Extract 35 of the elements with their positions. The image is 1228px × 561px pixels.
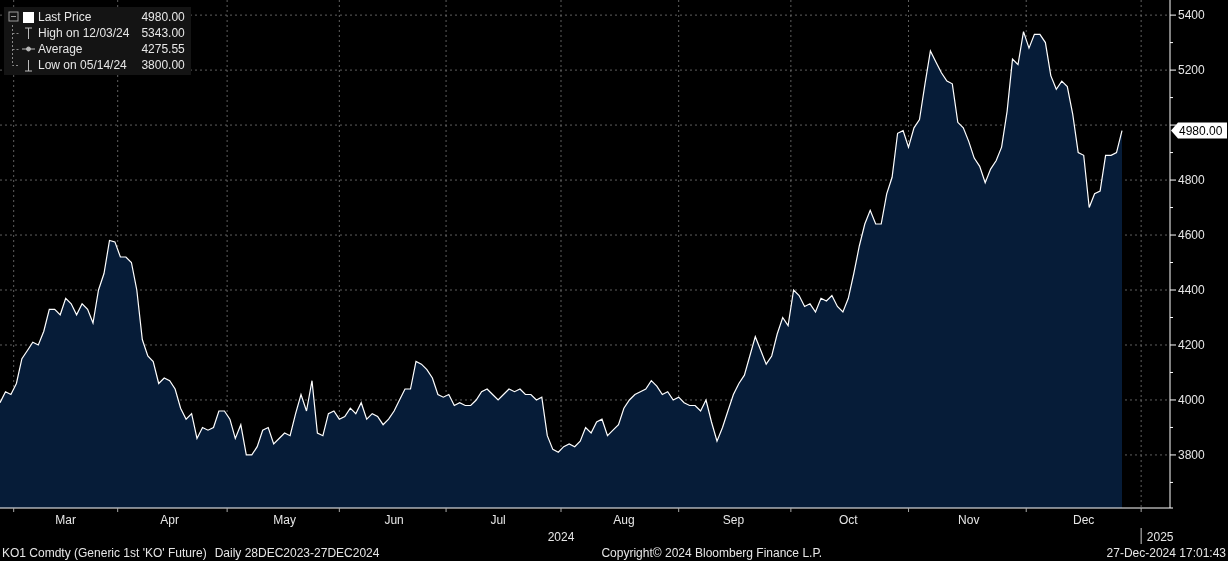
legend-value: 4275.55 [141,41,185,57]
axis-label: Aug [613,513,635,527]
axis-label: Sep [722,513,745,527]
axis-label: 5200 [1178,63,1205,78]
axis-label: 4800 [1178,173,1205,188]
axis-label: 5400 [1178,8,1205,23]
axis-label: Dec [1073,513,1095,527]
axis-label: 4000 [1178,392,1205,407]
axis-label: Apr [160,513,179,527]
axis-label: Jun [384,513,404,527]
last-price-tag: 4980.00 [1171,122,1227,139]
security-name: KO1 Comdty (Generic 1st 'KO' Future) [2,545,207,560]
axis-label: Nov [958,513,980,527]
copyright-text: Copyright© 2024 Bloomberg Finance L.P. [601,545,823,560]
square-icon [22,9,36,25]
date-range: Daily 28DEC2023-27DEC2024 [214,545,380,560]
axis-label: 4400 [1178,283,1205,297]
legend-value: 3800.00 [141,57,185,73]
legend-label: Last Price [38,9,93,25]
legend-label: Low on 05/14/24 [38,57,128,73]
legend-label: Average [38,41,84,57]
axis-label: 2024 [547,530,575,544]
legend-value: 4980.00 [141,9,185,25]
axis-label: 4600 [1178,228,1205,243]
axis-label: Jul [490,513,506,527]
axis-label: 2025 [1146,530,1174,544]
timestamp: 27-Dec-2024 17:01:43 [1106,545,1226,560]
axis-label: 3800 [1178,447,1205,462]
axis-label: 4200 [1178,338,1205,352]
legend-value: 5343.00 [141,25,185,41]
legend-label: High on 12/03/24 [38,25,131,41]
axis-label: Oct [839,513,858,527]
collapse-icon[interactable] [8,9,20,25]
axis-label: May [273,513,296,527]
axis-label: Mar [55,513,76,527]
